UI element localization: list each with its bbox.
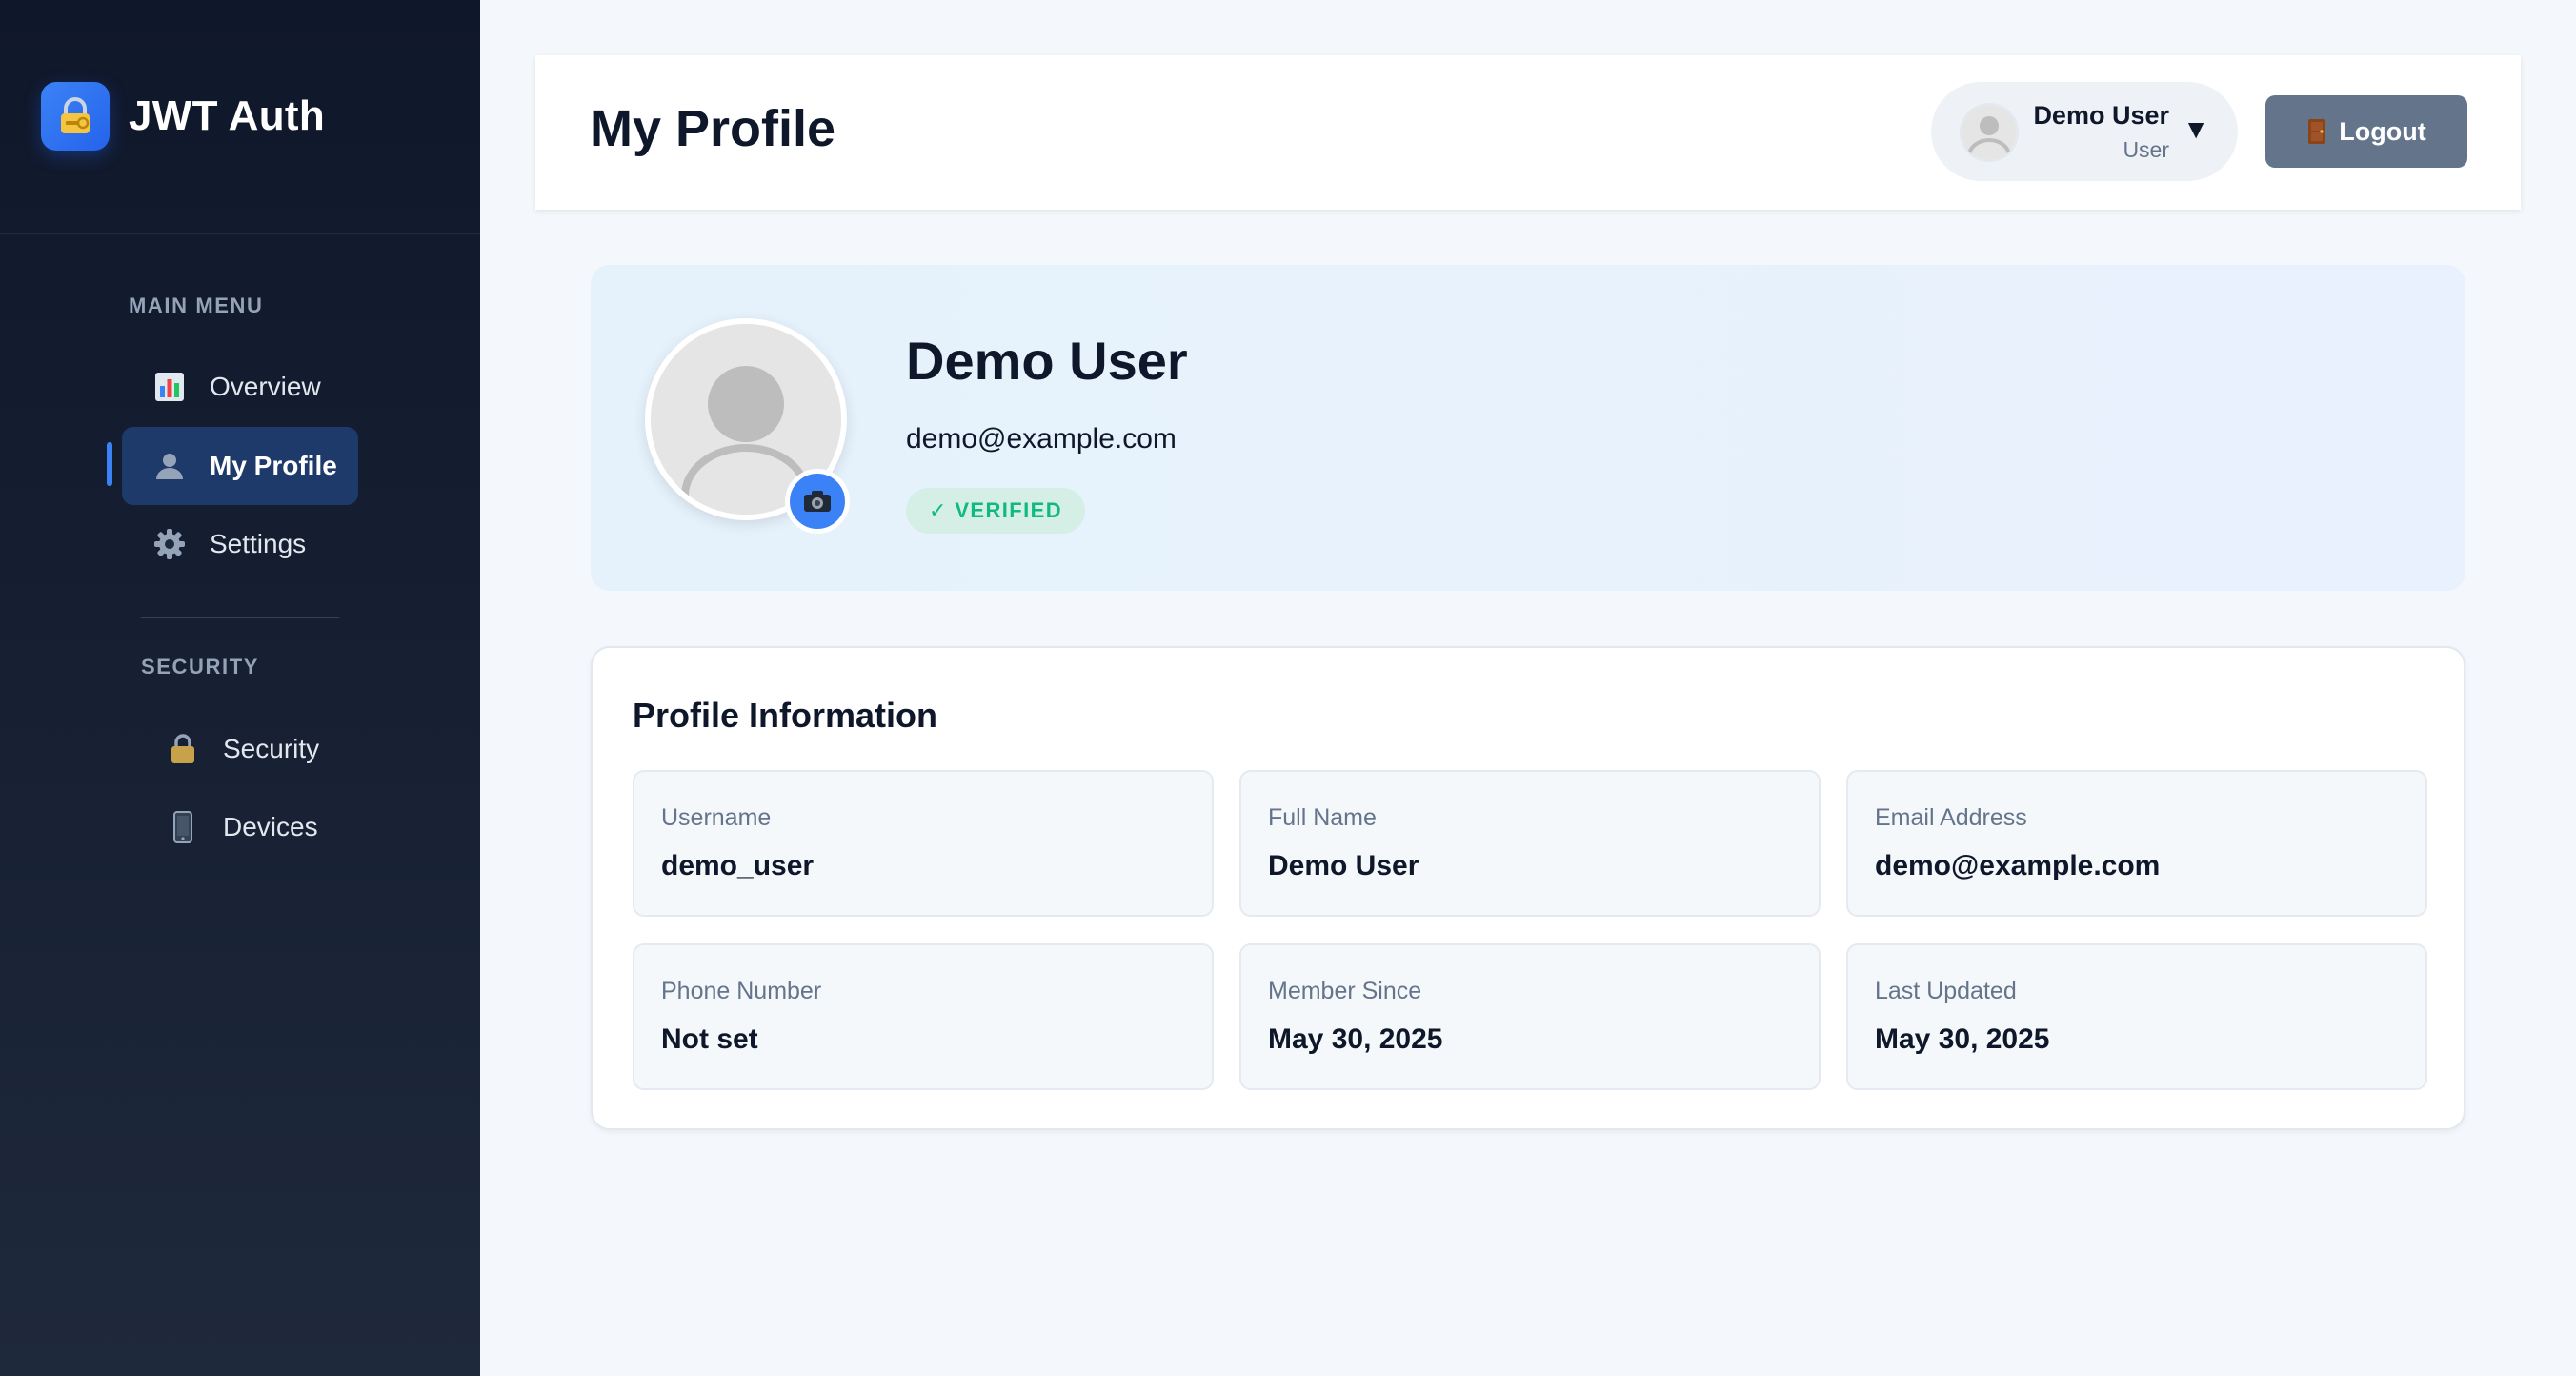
field-value: May 30, 2025	[1268, 1023, 1443, 1055]
sidebar-item-my-profile[interactable]: My Profile	[122, 427, 358, 505]
verified-badge: ✓ VERIFIED	[906, 488, 1086, 534]
field-label: Phone Number	[661, 978, 822, 1004]
active-indicator	[107, 442, 112, 486]
user-icon	[151, 447, 189, 485]
field-full-name: Full Name Demo User	[1239, 770, 1821, 917]
lock-icon	[164, 730, 202, 768]
profile-email: demo@example.com	[906, 423, 1177, 455]
sidebar-item-label: Overview	[210, 372, 321, 401]
avatar	[1960, 103, 2019, 162]
logout-label: Logout	[2339, 116, 2426, 146]
field-value: Not set	[661, 1023, 758, 1055]
sidebar-item-settings[interactable]: Settings	[122, 505, 358, 583]
field-member-since: Member Since May 30, 2025	[1239, 943, 1821, 1090]
field-value: Demo User	[1268, 850, 1419, 881]
field-label: Member Since	[1268, 978, 1422, 1004]
field-label: Last Updated	[1875, 978, 2017, 1004]
profile-information-card: Profile Information Username demo_user F…	[591, 646, 2465, 1130]
section-label-main-menu: MAIN MENU	[129, 293, 264, 317]
lock-key-icon	[41, 82, 110, 151]
menu-divider	[141, 617, 339, 618]
field-phone-number: Phone Number Not set	[633, 943, 1214, 1090]
user-role: User	[2123, 137, 2169, 162]
section-title: Profile Information	[633, 696, 938, 735]
field-label: Username	[661, 804, 772, 831]
profile-hero: Demo User demo@example.com ✓ VERIFIED	[591, 265, 2465, 591]
chevron-down-icon: ▼	[2183, 114, 2209, 144]
user-menu-dropdown[interactable]: Demo User User ▼	[1931, 82, 2238, 181]
gear-icon	[151, 525, 189, 563]
field-label: Email Address	[1875, 804, 2027, 831]
sidebar-item-label: Security	[223, 734, 320, 763]
sidebar-item-devices[interactable]: Devices	[135, 788, 358, 866]
camera-icon[interactable]	[785, 469, 850, 534]
field-value: May 30, 2025	[1875, 1023, 2050, 1055]
field-value: demo@example.com	[1875, 850, 2161, 881]
field-last-updated: Last Updated May 30, 2025	[1846, 943, 2427, 1090]
sidebar-item-overview[interactable]: Overview	[122, 348, 358, 426]
field-value: demo_user	[661, 850, 815, 881]
brand[interactable]: JWT Auth	[0, 0, 480, 234]
brand-title: JWT Auth	[129, 92, 326, 139]
user-name: Demo User	[2033, 101, 2169, 130]
sidebar-item-label: My Profile	[210, 451, 337, 480]
phone-icon	[164, 808, 202, 846]
sidebar-item-label: Settings	[210, 529, 307, 558]
profile-name: Demo User	[906, 331, 1188, 391]
page-title: My Profile	[590, 100, 836, 157]
bar-chart-icon	[151, 368, 189, 406]
logout-button[interactable]: Logout	[2265, 95, 2467, 168]
sidebar-item-security[interactable]: Security	[135, 710, 358, 788]
field-email-address: Email Address demo@example.com	[1846, 770, 2427, 917]
door-icon	[2306, 118, 2327, 145]
sidebar: JWT Auth MAIN MENU Overview My Profile S…	[0, 0, 480, 1376]
field-username: Username demo_user	[633, 770, 1214, 917]
section-label-security: SECURITY	[141, 655, 260, 678]
sidebar-item-label: Devices	[223, 812, 318, 841]
field-label: Full Name	[1268, 804, 1377, 831]
top-header: My Profile Demo User User ▼ Logout	[535, 55, 2521, 210]
